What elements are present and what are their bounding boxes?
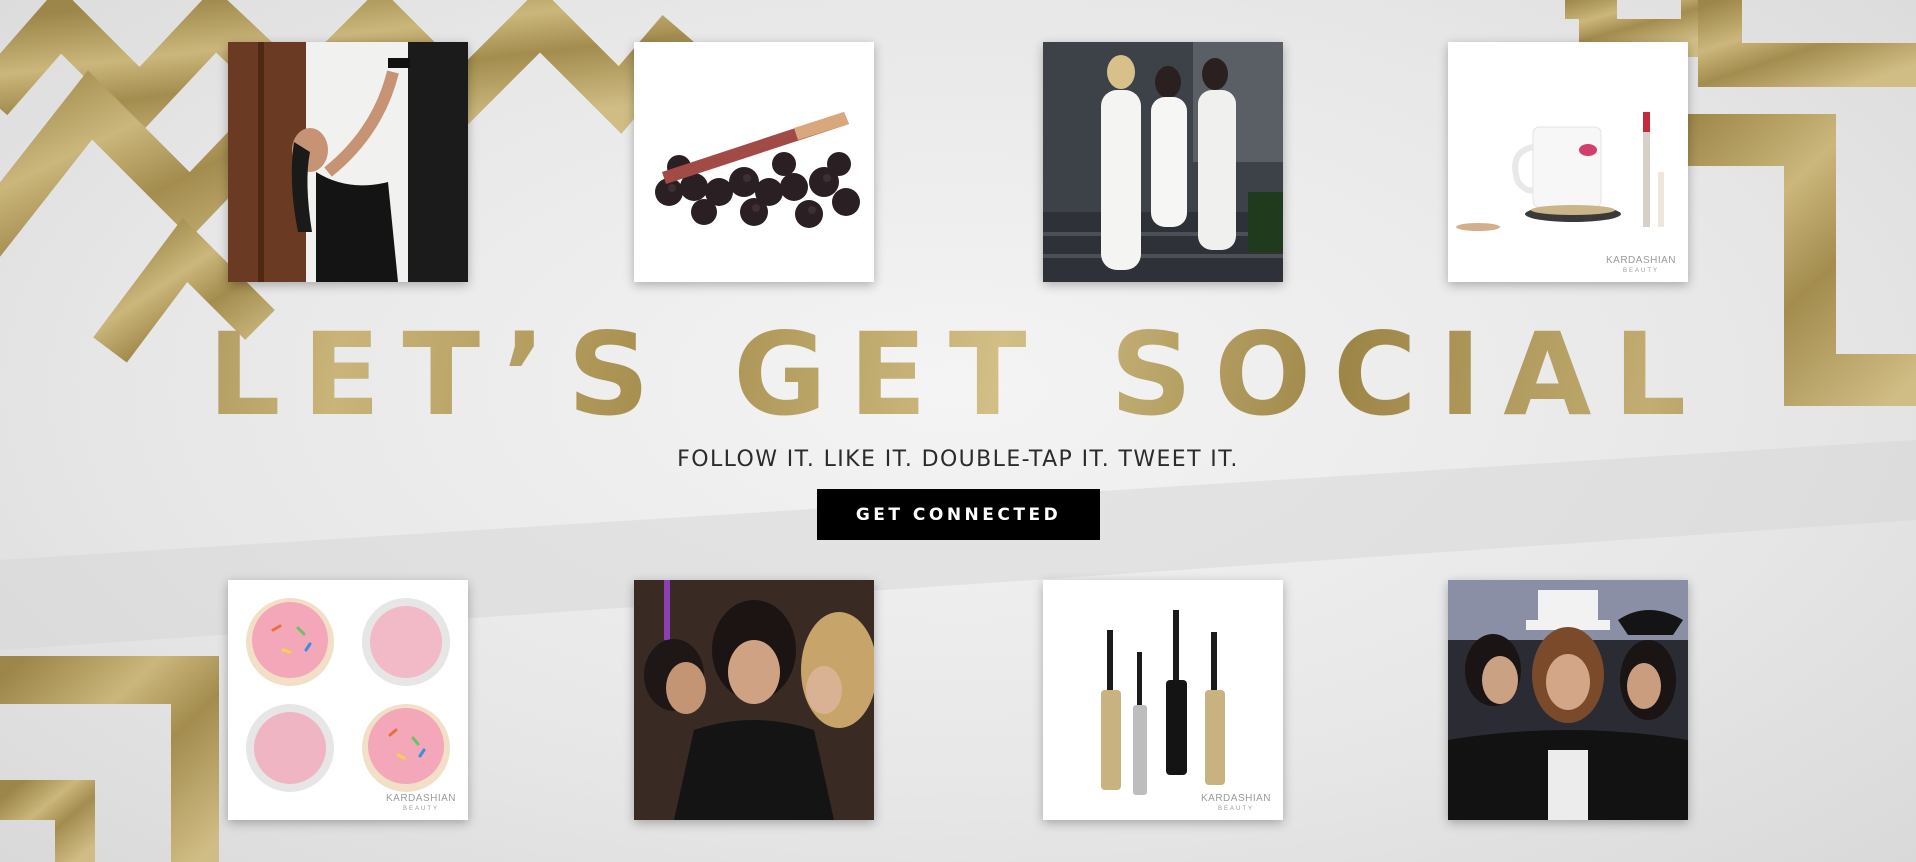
social-photo-tile[interactable] [228, 42, 468, 282]
brand-name: KARDASHIAN [1605, 255, 1676, 266]
product-photo [634, 42, 874, 282]
group-photo [1043, 42, 1283, 282]
mascara-photo [1043, 580, 1283, 820]
social-photo-tile[interactable] [634, 580, 874, 820]
get-connected-button[interactable]: GET CONNECTED [817, 489, 1100, 540]
social-hero: KARDASHIAN BEAUTY LET’S GET SOCIAL FOLLO… [0, 0, 1916, 862]
kiss-selfie-photo [634, 580, 874, 820]
tagline: FOLLOW IT. LIKE IT. DOUBLE-TAP IT. TWEET… [677, 447, 1239, 472]
social-photo-tile[interactable] [634, 42, 874, 282]
blowing-kisses-photo [1448, 580, 1688, 820]
brand-watermark: KARDASHIAN BEAUTY [385, 793, 456, 813]
brand-name: KARDASHIAN [1200, 793, 1271, 804]
mug-photo [1448, 42, 1688, 282]
social-photo-tile[interactable] [1043, 42, 1283, 282]
brand-watermark: KARDASHIAN BEAUTY [1605, 255, 1676, 275]
selfie-photo [228, 42, 468, 282]
social-photo-tile[interactable]: KARDASHIAN BEAUTY [1043, 580, 1283, 820]
social-photo-tile[interactable]: KARDASHIAN BEAUTY [228, 580, 468, 820]
brand-subtitle: BEAUTY [1217, 806, 1254, 812]
brand-subtitle: BEAUTY [1622, 268, 1659, 274]
brand-name: KARDASHIAN [385, 793, 456, 804]
social-photo-tile[interactable]: KARDASHIAN BEAUTY [1448, 42, 1688, 282]
page-title: LET’S GET SOCIAL [0, 318, 1916, 432]
social-photo-tile[interactable] [1448, 580, 1688, 820]
cookies-blush-photo [228, 580, 468, 820]
brand-watermark: KARDASHIAN BEAUTY [1200, 793, 1271, 813]
brand-subtitle: BEAUTY [402, 806, 439, 812]
